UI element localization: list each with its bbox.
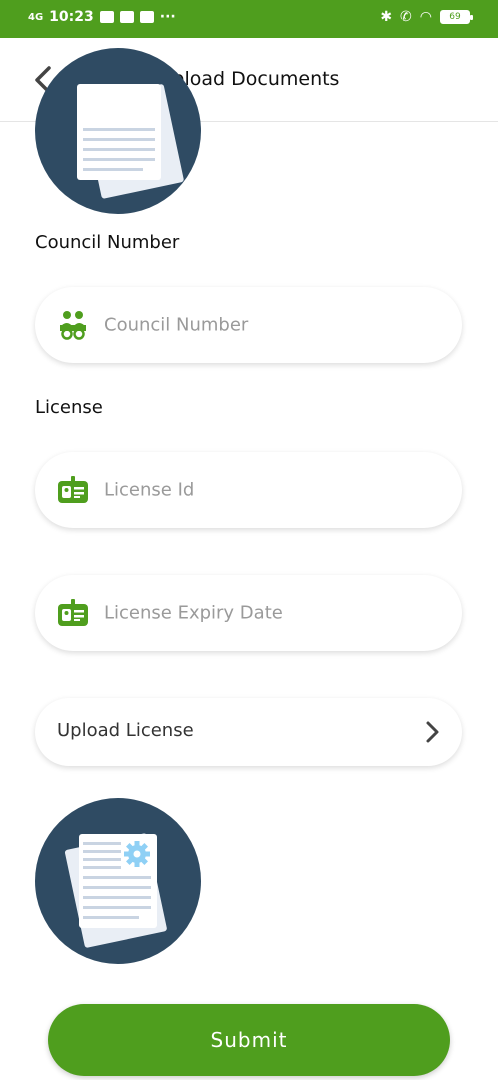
- document-illustration-top: [35, 48, 201, 214]
- mail-icon: [139, 11, 154, 23]
- council-number-field[interactable]: [35, 287, 462, 363]
- submit-button[interactable]: Submit: [48, 1004, 450, 1076]
- license-id-input[interactable]: [104, 479, 442, 501]
- network-indicator: 4G: [28, 11, 44, 23]
- council-number-label: Council Number: [35, 232, 180, 253]
- more-notifications: ···: [159, 9, 176, 25]
- document-icon: [77, 84, 184, 199]
- document-illustration-bottom: [35, 798, 201, 964]
- battery-level: 69: [449, 12, 461, 22]
- notification-icon: [99, 11, 114, 23]
- clock: 10:23: [49, 9, 94, 25]
- people-icon: [60, 311, 86, 340]
- council-number-input[interactable]: [104, 314, 442, 336]
- license-id-field[interactable]: [35, 452, 462, 528]
- upload-license-label: Upload License: [57, 720, 194, 741]
- status-left: 4G 10:23 ···: [28, 9, 176, 25]
- status-right: ✱ ✆ ◠ 69: [380, 9, 473, 25]
- id-card-icon: [58, 599, 88, 626]
- battery-icon: 69: [440, 10, 473, 24]
- status-bar: 4G 10:23 ··· ✱ ✆ ◠ 69: [0, 0, 498, 38]
- license-label: License: [35, 397, 103, 418]
- license-expiry-field[interactable]: [35, 575, 462, 651]
- license-expiry-input[interactable]: [104, 602, 442, 624]
- bluetooth-icon: ✱: [380, 9, 393, 25]
- id-card-icon: [58, 476, 88, 503]
- document-settings-icon: [64, 833, 167, 948]
- upload-license-button[interactable]: Upload License: [35, 698, 462, 766]
- wifi-icon: ◠: [419, 9, 432, 25]
- chevron-right-icon: [426, 721, 439, 743]
- call-icon: ✆: [400, 9, 412, 25]
- youtube-icon: [119, 11, 134, 23]
